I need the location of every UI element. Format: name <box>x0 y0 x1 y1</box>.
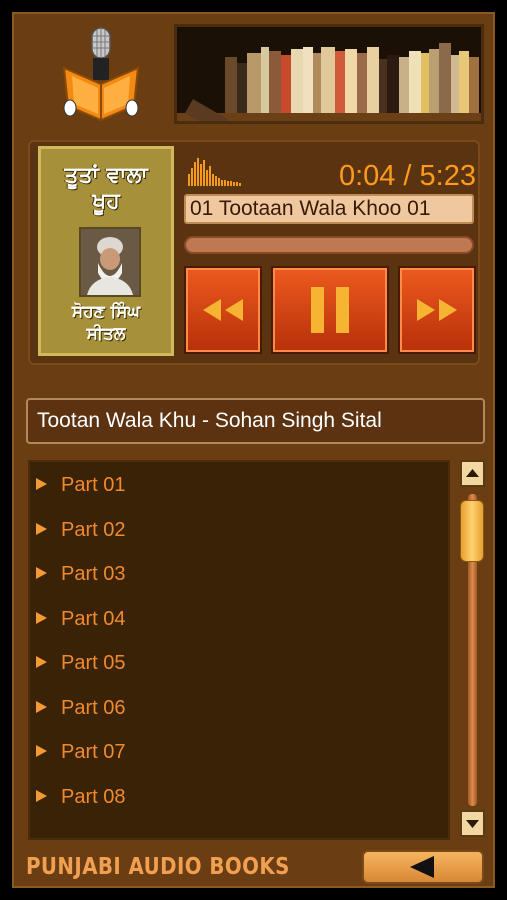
play-arrow-icon <box>36 522 47 535</box>
cover-author-line1: ਸੋਹਣ ਸਿੰਘ <box>71 302 141 322</box>
play-arrow-icon <box>36 744 47 757</box>
track-name: 01 Tootaan Wala Khoo 01 <box>184 194 474 224</box>
fast-forward-icon <box>417 299 457 321</box>
equalizer-icon <box>188 158 241 186</box>
list-item[interactable]: Part 01 <box>36 470 125 500</box>
rewind-button[interactable] <box>184 266 262 354</box>
play-arrow-icon <box>36 611 47 624</box>
author-photo <box>79 227 141 297</box>
cover-title-line2: ਖੂਹ <box>92 189 120 214</box>
play-arrow-icon <box>36 477 47 490</box>
forward-button[interactable] <box>398 266 476 354</box>
cover-author: ਸੋਹਣ ਸਿੰਘ ਸੀਤਲ <box>41 301 171 345</box>
cover-title: ਤੂਤਾਂ ਵਾਲਾ ਖੂਹ <box>41 163 171 215</box>
bookshelf-image <box>174 24 484 124</box>
book-cover: ਤੂਤਾਂ ਵਾਲਾ ਖੂਹ ਸੋਹਣ ਸਿੰਘ ਸੀਤਲ <box>38 146 174 356</box>
list-item[interactable]: Part 08 <box>36 782 125 812</box>
playback-time: 0:04 / 5:23 <box>338 160 476 192</box>
back-button[interactable] <box>362 850 484 884</box>
list-item[interactable]: Part 04 <box>36 604 125 634</box>
microphone-book-icon <box>62 27 140 122</box>
seek-bar[interactable] <box>184 236 474 254</box>
scroll-up-icon <box>466 469 479 477</box>
pause-icon <box>311 287 349 333</box>
play-arrow-icon <box>36 566 47 579</box>
pause-button[interactable] <box>271 266 389 354</box>
rewind-icon <box>203 299 243 321</box>
list-item[interactable]: Part 05 <box>36 648 125 678</box>
scroll-down-button[interactable] <box>460 810 485 837</box>
footer-label: PUNJABI AUDIO BOOKS <box>26 854 290 880</box>
list-item[interactable]: Part 02 <box>36 515 125 545</box>
cover-author-line2: ਸੀਤਲ <box>86 324 126 344</box>
scroll-down-icon <box>466 820 479 828</box>
list-item[interactable]: Part 03 <box>36 559 125 589</box>
list-item[interactable]: Part 07 <box>36 737 125 767</box>
book-title: Tootan Wala Khu - Sohan Singh Sital <box>26 398 485 444</box>
play-arrow-icon <box>36 700 47 713</box>
play-arrow-icon <box>36 655 47 668</box>
play-arrow-icon <box>36 789 47 802</box>
list-item[interactable]: Part 06 <box>36 693 125 723</box>
scroll-up-button[interactable] <box>460 460 485 487</box>
back-arrow-icon <box>410 856 434 878</box>
scrollbar-thumb[interactable] <box>460 500 484 562</box>
cover-title-line1: ਤੂਤਾਂ ਵਾਲਾ <box>64 163 148 188</box>
